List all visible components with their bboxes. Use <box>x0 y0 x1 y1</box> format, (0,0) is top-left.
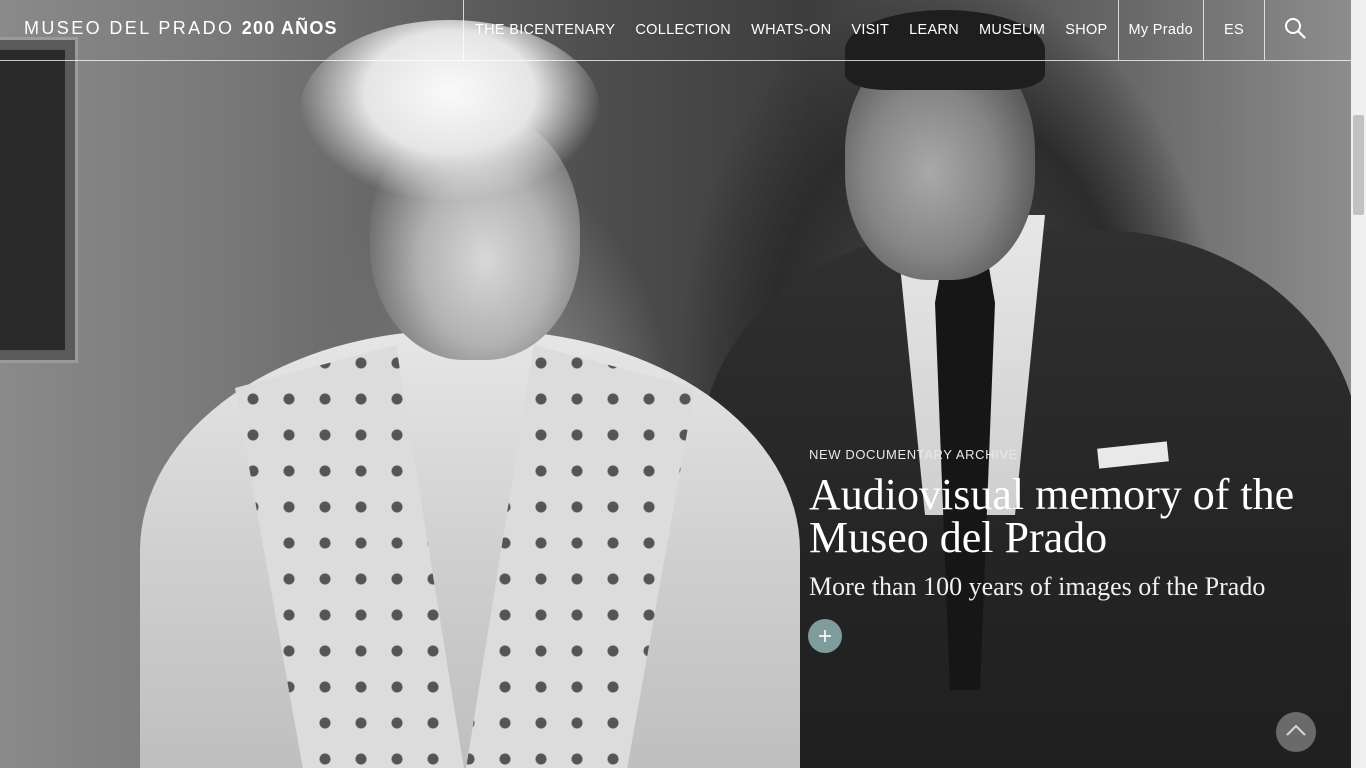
nav-item-visit[interactable]: VISIT <box>841 0 899 60</box>
main-nav: THE BICENTENARY COLLECTION WHATS-ON VISI… <box>463 0 1325 60</box>
painting-frame <box>0 37 78 363</box>
more-info-button[interactable] <box>808 619 842 653</box>
nav-item-shop[interactable]: SHOP <box>1055 0 1117 60</box>
search-button[interactable] <box>1265 0 1325 60</box>
search-icon <box>1284 17 1306 43</box>
brand-years: 200 AÑOS <box>241 18 338 38</box>
feature-kicker: NEW DOCUMENTARY ARCHIVE <box>809 447 1018 462</box>
language-switch[interactable]: ES <box>1204 0 1264 60</box>
nav-item-collection[interactable]: COLLECTION <box>625 0 741 60</box>
brand-name: MUSEO DEL PRADO <box>24 18 235 38</box>
chevron-up-icon <box>1285 723 1307 742</box>
feature-subtitle: More than 100 years of images of the Pra… <box>809 572 1266 601</box>
site-logo[interactable]: MUSEO DEL PRADO 200 AÑOS <box>24 18 338 39</box>
back-to-top-button[interactable] <box>1276 712 1316 752</box>
feature-title[interactable]: Audiovisual memory of the Museo del Prad… <box>809 473 1329 560</box>
hero-film-still <box>0 0 1351 768</box>
nav-item-museum[interactable]: MUSEUM <box>969 0 1055 60</box>
scrollbar-thumb[interactable] <box>1353 115 1364 215</box>
my-prado-link[interactable]: My Prado <box>1119 0 1203 60</box>
feature-caption: NEW DOCUMENTARY ARCHIVE Audiovisual memo… <box>809 447 1329 602</box>
nav-item-learn[interactable]: LEARN <box>899 0 969 60</box>
site-header: MUSEO DEL PRADO 200 AÑOS THE BICENTENARY… <box>0 0 1351 61</box>
nav-item-bicentenary[interactable]: THE BICENTENARY <box>464 0 625 60</box>
plus-icon <box>818 625 832 647</box>
nav-item-whats-on[interactable]: WHATS-ON <box>741 0 841 60</box>
